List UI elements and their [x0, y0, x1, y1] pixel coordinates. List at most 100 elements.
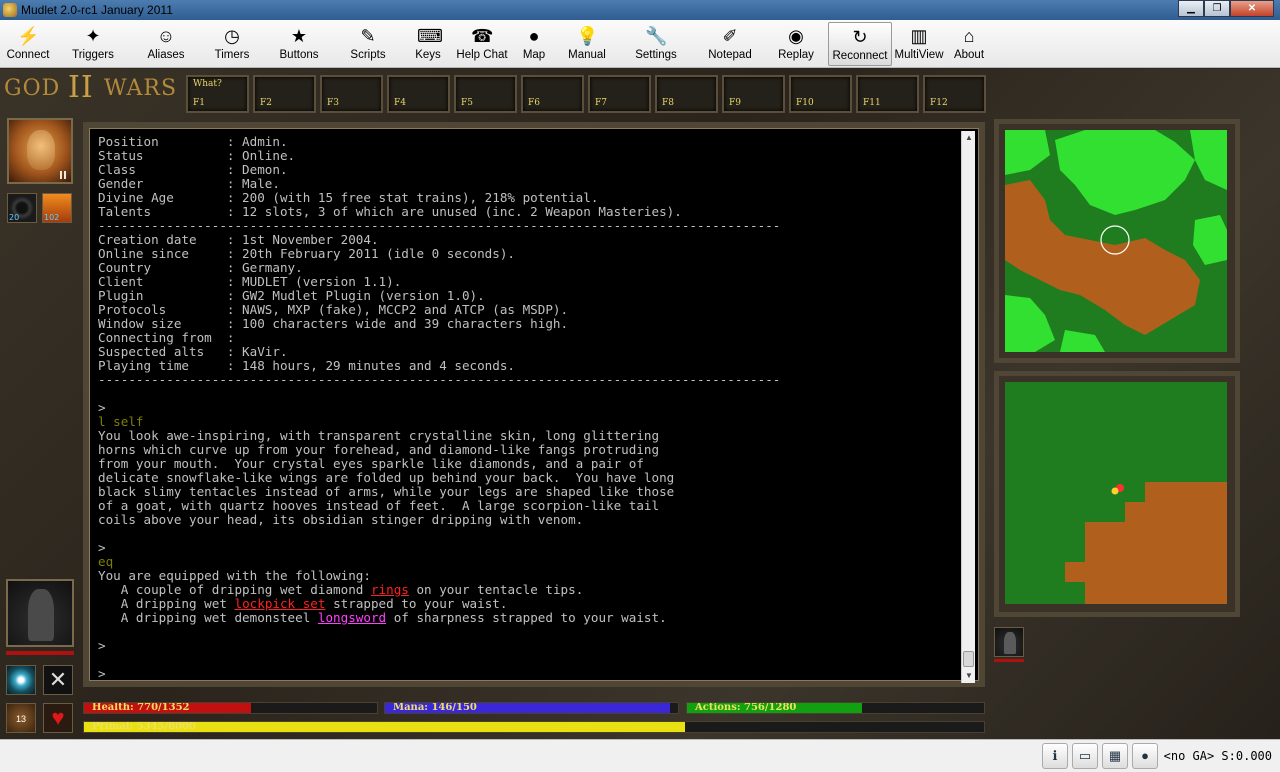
mudlet-app-icon [3, 3, 17, 17]
info-icon[interactable]: ℹ [1042, 743, 1068, 769]
fkey-f4[interactable]: F4 [387, 75, 450, 113]
fkey-f9[interactable]: F9 [722, 75, 785, 113]
map-character-figure[interactable] [994, 627, 1024, 657]
mini-silhouette-icon [1004, 632, 1016, 654]
inventory-bag-icon[interactable]: 13 [6, 703, 36, 733]
command-echo: eq [98, 554, 114, 569]
close-button[interactable]: ✕ [1230, 0, 1274, 17]
help-chat-button[interactable]: ☎ Help Chat [452, 22, 512, 66]
console-text: Plugin : GW2 Mudlet Plugin (version 1.0)… [98, 288, 485, 303]
keys-label: Keys [415, 49, 441, 61]
dark-eye-icon[interactable]: 20 [7, 193, 37, 223]
wilderness-map[interactable] [1005, 130, 1227, 352]
map-view-icon[interactable]: ▦ [1102, 743, 1128, 769]
fkey-f5[interactable]: F5 [454, 75, 517, 113]
notepad-button[interactable]: ✐ Notepad [700, 22, 760, 66]
console-line: Suspected alts : KaVir. [98, 345, 958, 359]
scroll-down-arrow-icon[interactable]: ▼ [962, 669, 976, 683]
mxp-item-link[interactable]: longsword [318, 610, 386, 625]
console-line: Online since : 20th February 2011 (idle … [98, 247, 958, 261]
fkey-f7[interactable]: F7 [588, 75, 651, 113]
console-text: black slimy tentacles instead of arms, w… [98, 484, 675, 499]
body-silhouette-icon [28, 589, 54, 641]
minimize-button[interactable]: ▁ [1178, 0, 1204, 17]
console-line: Gender : Male. [98, 177, 958, 191]
manual-button[interactable]: 💡 Manual [558, 22, 616, 66]
console-text: on your tentacle tips. [408, 582, 584, 597]
triggers-button[interactable]: ✦ Triggers [62, 22, 124, 66]
scroll-thumb[interactable] [963, 651, 974, 667]
fkey-label: F4 [394, 98, 406, 108]
console-text: Class : Demon. [98, 162, 288, 177]
character-portrait[interactable] [7, 118, 73, 184]
area-map[interactable] [1005, 382, 1227, 604]
notepad-label: Notepad [708, 49, 752, 61]
console-line: > [98, 401, 958, 415]
fkey-f3[interactable]: F3 [320, 75, 383, 113]
status-text: <no GA> S:0.000 [1163, 749, 1272, 763]
console-text: > [98, 666, 106, 681]
logo-numeral: II [68, 70, 94, 105]
status-bar: ℹ ▭ ▦ ● <no GA> S:0.000 [0, 739, 1280, 772]
fkey-label: F5 [461, 98, 473, 108]
console-line: Protocols : NAWS, MXP (fake), MCCP2 and … [98, 303, 958, 317]
mud-console-output[interactable]: Position : Admin. Status : Online. Class :… [98, 135, 958, 680]
help-chat-icon: ☎ [471, 26, 494, 46]
console-scrollbar[interactable]: ▲ ▼ [961, 131, 975, 683]
about-button[interactable]: ⌂ About [948, 22, 990, 66]
console-line: You look awe-inspiring, with transparent… [98, 429, 958, 443]
fkey-f12[interactable]: F12 [923, 75, 986, 113]
rank-chevron-icon[interactable]: 102 [42, 193, 72, 223]
fkey-f1[interactable]: What? F1 [186, 75, 249, 113]
console-text: horns which curve up from your forehead,… [98, 442, 660, 457]
connect-button[interactable]: ⚡ Connect [4, 22, 52, 66]
grid-menu-icon[interactable] [60, 171, 68, 179]
multiview-label: MultiView [894, 49, 944, 61]
keys-icon: ⌨ [417, 26, 443, 46]
settings-button[interactable]: 🔧 Settings [622, 22, 690, 66]
console-text: coils above your head, its obsidian stin… [98, 512, 584, 527]
network-icon[interactable]: ▭ [1072, 743, 1098, 769]
fkey-label: F11 [863, 98, 881, 108]
maximize-button[interactable]: ❐ [1204, 0, 1230, 17]
console-text: > [98, 638, 106, 653]
console-text: A dripping wet [98, 596, 235, 611]
reconnect-button[interactable]: ↻ Reconnect [828, 22, 892, 66]
fkey-label: F9 [729, 98, 741, 108]
replay-icon: ◉ [788, 26, 804, 46]
console-text: > [98, 540, 106, 555]
fkey-f6[interactable]: F6 [521, 75, 584, 113]
fkey-f2[interactable]: F2 [253, 75, 316, 113]
logging-icon[interactable]: ● [1132, 743, 1158, 769]
timers-button[interactable]: ◷ Timers [205, 22, 259, 66]
manual-icon: 💡 [576, 26, 599, 46]
fkey-label: F1 [193, 98, 205, 108]
keys-button[interactable]: ⌨ Keys [407, 22, 449, 66]
mana-bar: Mana: 146/150 [384, 702, 679, 714]
mxp-item-link[interactable]: lockpick set [234, 596, 325, 611]
blue-eye-icon[interactable] [6, 665, 36, 695]
fkey-f11[interactable]: F11 [856, 75, 919, 113]
scripts-icon: ✎ [360, 26, 376, 46]
multiview-button[interactable]: ▥ MultiView [893, 22, 945, 66]
scripts-button[interactable]: ✎ Scripts [340, 22, 396, 66]
aliases-button[interactable]: ☺ Aliases [138, 22, 194, 66]
fkey-f8[interactable]: F8 [655, 75, 718, 113]
body-figure-panel[interactable] [6, 579, 74, 647]
crossed-swords-icon[interactable]: ✕ [43, 665, 73, 695]
mxp-item-link[interactable]: rings [371, 582, 409, 597]
about-icon: ⌂ [963, 26, 975, 46]
console-line: horns which curve up from your forehead,… [98, 443, 958, 457]
console-line: A dripping wet demonsteel longsword of s… [98, 611, 958, 625]
fkey-f10[interactable]: F10 [789, 75, 852, 113]
map-button[interactable]: ● Map [516, 22, 552, 66]
console-line: > [98, 639, 958, 653]
replay-button[interactable]: ◉ Replay [768, 22, 824, 66]
scroll-up-arrow-icon[interactable]: ▲ [962, 131, 976, 145]
map-label: Map [522, 49, 546, 61]
wilderness-map-frame [994, 119, 1240, 363]
console-line: Status : Online. [98, 149, 958, 163]
buttons-button[interactable]: ★ Buttons [270, 22, 328, 66]
heart-icon[interactable]: ♥ [43, 703, 73, 733]
